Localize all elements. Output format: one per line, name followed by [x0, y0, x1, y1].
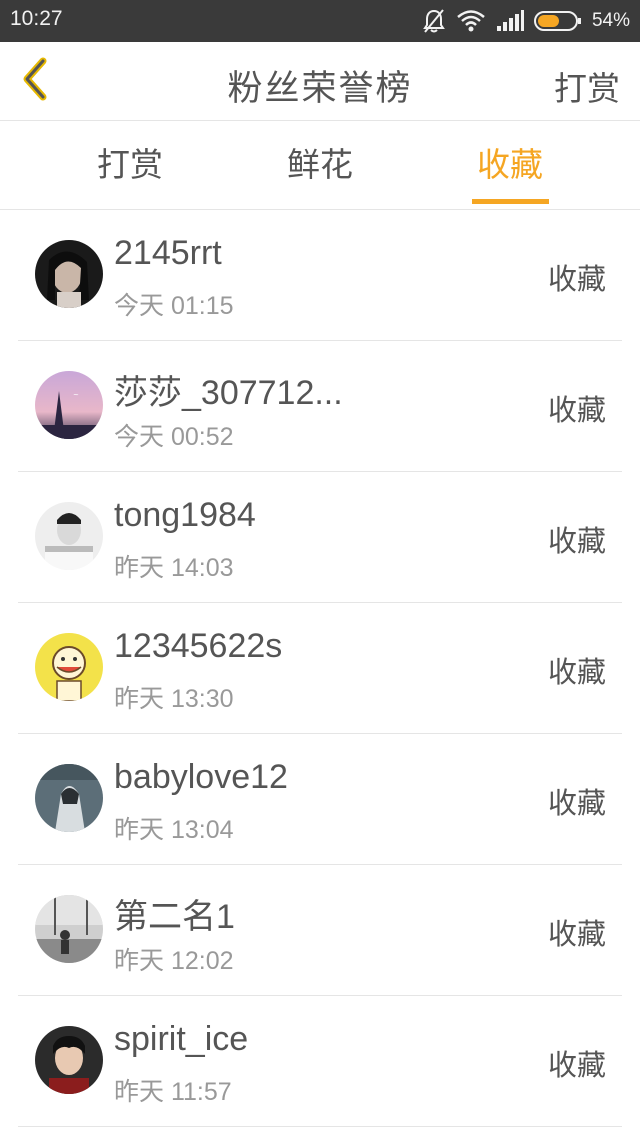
- avatar: [35, 240, 103, 308]
- tab-favorites[interactable]: 收藏: [440, 121, 580, 209]
- tab-indicator: [472, 199, 549, 204]
- favorite-label: 收藏: [547, 524, 606, 558]
- status-icons: 54%: [422, 6, 630, 36]
- list-item[interactable]: spirit_ice 昨天 11:57 收藏: [18, 996, 622, 1127]
- timestamp: 昨天 14:03: [114, 554, 234, 582]
- timestamp: 昨天 13:30: [114, 685, 234, 713]
- avatar: [35, 895, 103, 963]
- list-item[interactable]: 12345622s 昨天 13:30 收藏: [18, 603, 622, 734]
- battery-icon: [533, 10, 582, 32]
- timestamp: 昨天 12:02: [114, 947, 234, 975]
- tab-bar: 打赏 鲜花 收藏: [0, 121, 640, 210]
- list-item[interactable]: ~ 莎莎_307712... 今天 00:52 收藏: [18, 341, 622, 472]
- favorite-label: 收藏: [547, 1048, 606, 1082]
- favorite-label: 收藏: [547, 786, 606, 820]
- svg-text:~: ~: [73, 391, 79, 399]
- timestamp: 昨天 13:04: [114, 816, 234, 844]
- list-item[interactable]: 第二名1 昨天 12:02 收藏: [18, 865, 622, 996]
- favorite-label: 收藏: [547, 917, 606, 951]
- username: 12345622s: [114, 627, 283, 665]
- tab-reward[interactable]: 打赏: [60, 121, 200, 209]
- timestamp: 今天 01:15: [114, 292, 234, 320]
- page-title: 粉丝荣誉榜: [227, 69, 413, 109]
- signal-icon: [496, 10, 524, 32]
- username: 第二名1: [114, 898, 235, 936]
- wifi-icon: [456, 9, 486, 33]
- battery-percent: 54%: [591, 10, 630, 31]
- tab-flowers[interactable]: 鲜花: [250, 121, 390, 209]
- timestamp: 今天 00:52: [114, 423, 234, 451]
- favorite-label: 收藏: [547, 655, 606, 689]
- fan-list: 2145rrt 今天 01:15 收藏 ~ 莎莎_307712... 今天 00…: [0, 210, 640, 1127]
- avatar: ~: [35, 371, 103, 439]
- list-item[interactable]: 2145rrt 今天 01:15 收藏: [18, 210, 622, 341]
- username: 莎莎_307712...: [114, 374, 343, 412]
- favorite-label: 收藏: [547, 393, 606, 427]
- avatar: [35, 502, 103, 570]
- avatar: [35, 1026, 103, 1094]
- username: spirit_ice: [114, 1020, 249, 1058]
- bell-off-icon: [422, 8, 446, 34]
- status-time: 10:27: [10, 7, 63, 30]
- favorite-label: 收藏: [547, 262, 606, 296]
- reward-button[interactable]: 打赏: [554, 62, 620, 110]
- header: 粉丝荣誉榜 打赏: [0, 42, 640, 121]
- username: 2145rrt: [114, 234, 222, 272]
- avatar: [35, 764, 103, 832]
- username: babylove12: [114, 758, 288, 796]
- list-item[interactable]: tong1984 昨天 14:03 收藏: [18, 472, 622, 603]
- avatar: [35, 633, 103, 701]
- username: tong1984: [114, 496, 256, 534]
- list-item[interactable]: babylove12 昨天 13:04 收藏: [18, 734, 622, 865]
- timestamp: 昨天 11:57: [114, 1078, 232, 1106]
- status-bar: 10:27 54%: [0, 0, 640, 42]
